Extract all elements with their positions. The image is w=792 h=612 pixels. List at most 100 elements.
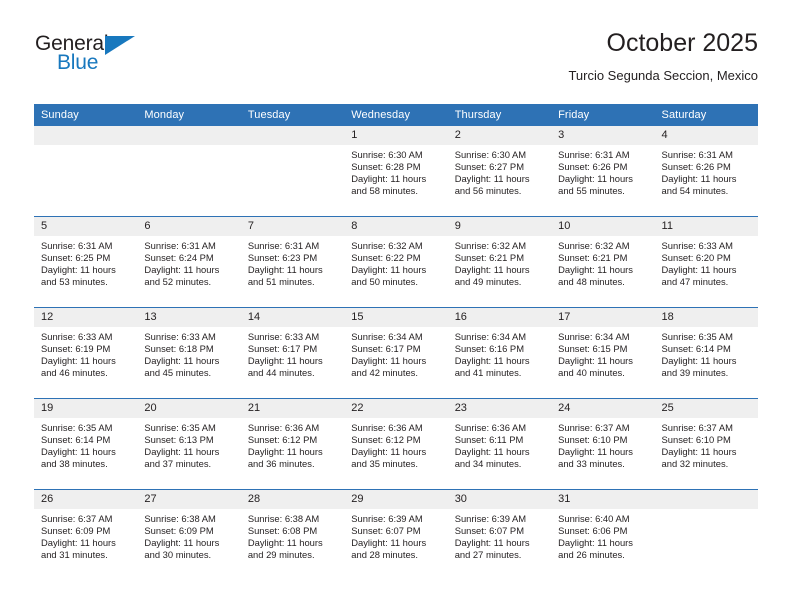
day-cell-content <box>34 126 138 216</box>
calendar-empty-cell <box>654 489 758 580</box>
calendar-day-cell[interactable]: 16 Sunrise: 6:34 AM Sunset: 6:16 PM Dayligh… <box>447 307 552 399</box>
sunset-time: Sunset: 6:23 PM <box>247 252 318 264</box>
sunrise-time: Sunrise: 6:34 AM <box>558 331 630 342</box>
day-number: 21 <box>240 399 345 418</box>
day-sun-info: Sunrise: 6:31 AM Sunset: 6:26 PM Daylight:… <box>551 145 654 197</box>
calendar-day-cell[interactable]: 25 Sunrise: 6:37 AM Sunset: 6:10 PM Dayligh… <box>654 398 758 490</box>
day-sun-info: Sunrise: 6:31 AM Sunset: 6:26 PM Daylight:… <box>655 145 758 197</box>
calendar-day-cell[interactable]: 12 Sunrise: 6:33 AM Sunset: 6:19 PM Dayligh… <box>34 307 138 399</box>
calendar-day-cell[interactable]: 24 Sunrise: 6:37 AM Sunset: 6:10 PM Dayligh… <box>551 398 655 490</box>
daylight-duration-line1: Daylight: 11 hours <box>661 264 737 276</box>
daylight-duration-line1: Daylight: 11 hours <box>41 446 116 458</box>
calendar-day-cell[interactable]: 17 Sunrise: 6:34 AM Sunset: 6:15 PM Dayligh… <box>551 307 655 399</box>
sunset-time: Sunset: 6:15 PM <box>558 343 628 355</box>
daylight-duration-line2: and 33 minutes. <box>558 458 625 470</box>
calendar-day-cell[interactable]: 6 Sunrise: 6:31 AM Sunset: 6:24 PM Daylight… <box>137 216 241 308</box>
calendar-day-cell[interactable]: 3 Sunrise: 6:31 AM Sunset: 6:26 PM Daylight… <box>551 126 655 217</box>
weekday-header-monday: Monday <box>137 104 241 126</box>
calendar-day-cell[interactable]: 26 Sunrise: 6:37 AM Sunset: 6:09 PM Dayligh… <box>34 489 138 580</box>
sunrise-time: Sunrise: 6:33 AM <box>41 331 113 342</box>
calendar-day-cell[interactable]: 18 Sunrise: 6:35 AM Sunset: 6:14 PM Dayligh… <box>654 307 758 399</box>
logo-triangle-icon <box>105 36 135 55</box>
sunset-time: Sunset: 6:06 PM <box>558 525 628 537</box>
calendar-day-cell[interactable]: 22 Sunrise: 6:36 AM Sunset: 6:12 PM Dayligh… <box>344 398 448 490</box>
sunrise-time: Sunrise: 6:36 AM <box>351 422 423 433</box>
sunrise-time: Sunrise: 6:30 AM <box>351 149 423 160</box>
day-number: 17 <box>551 308 655 327</box>
daylight-duration-line1: Daylight: 11 hours <box>454 446 530 458</box>
day-cell-content: 17 Sunrise: 6:34 AM Sunset: 6:15 PM Dayligh… <box>551 308 655 398</box>
calendar-day-cell[interactable]: 10 Sunrise: 6:32 AM Sunset: 6:21 PM Dayligh… <box>551 216 655 308</box>
day-number: 4 <box>654 126 758 145</box>
daylight-duration-line2: and 56 minutes. <box>454 185 522 197</box>
day-sun-info: Sunrise: 6:32 AM Sunset: 6:21 PM Daylight:… <box>448 236 551 288</box>
day-sun-info: Sunrise: 6:31 AM Sunset: 6:25 PM Daylight:… <box>34 236 137 288</box>
calendar-day-cell[interactable]: 15 Sunrise: 6:34 AM Sunset: 6:17 PM Dayligh… <box>344 307 448 399</box>
day-sun-info: Sunrise: 6:33 AM Sunset: 6:20 PM Daylight:… <box>655 236 758 288</box>
day-cell-content: 9 Sunrise: 6:32 AM Sunset: 6:21 PM Daylight… <box>447 217 552 307</box>
general-blue-logo[interactable]: General Blue <box>35 33 165 85</box>
daylight-duration-line2: and 27 minutes. <box>454 549 522 561</box>
sunrise-time: Sunrise: 6:31 AM <box>661 149 733 160</box>
sunset-time: Sunset: 6:21 PM <box>558 252 628 264</box>
sunrise-time: Sunrise: 6:37 AM <box>661 422 733 433</box>
day-number: 28 <box>240 490 345 509</box>
calendar-day-cell[interactable]: 21 Sunrise: 6:36 AM Sunset: 6:12 PM Dayligh… <box>240 398 345 490</box>
calendar-day-cell[interactable]: 11 Sunrise: 6:33 AM Sunset: 6:20 PM Dayligh… <box>654 216 758 308</box>
calendar-day-cell[interactable]: 2 Sunrise: 6:30 AM Sunset: 6:27 PM Daylight… <box>447 126 552 217</box>
calendar-day-cell[interactable]: 4 Sunrise: 6:31 AM Sunset: 6:26 PM Daylight… <box>654 126 758 217</box>
calendar-day-cell[interactable]: 5 Sunrise: 6:31 AM Sunset: 6:25 PM Daylight… <box>34 216 138 308</box>
day-number: 7 <box>240 217 345 236</box>
daylight-duration-line1: Daylight: 11 hours <box>144 264 220 276</box>
sunrise-time: Sunrise: 6:39 AM <box>351 513 423 524</box>
day-sun-info: Sunrise: 6:37 AM Sunset: 6:09 PM Daylight:… <box>34 509 137 561</box>
calendar-day-cell[interactable]: 8 Sunrise: 6:32 AM Sunset: 6:22 PM Daylight… <box>344 216 448 308</box>
daylight-duration-line2: and 58 minutes. <box>351 185 418 197</box>
sunrise-time: Sunrise: 6:31 AM <box>558 149 630 160</box>
daylight-duration-line2: and 38 minutes. <box>41 458 108 470</box>
calendar-day-cell[interactable]: 19 Sunrise: 6:35 AM Sunset: 6:14 PM Dayligh… <box>34 398 138 490</box>
daylight-duration-line1: Daylight: 11 hours <box>247 446 323 458</box>
day-sun-info: Sunrise: 6:37 AM Sunset: 6:10 PM Daylight:… <box>551 418 654 470</box>
page-subtitle: Turcio Segunda Seccion, Mexico <box>568 68 758 83</box>
sunset-time: Sunset: 6:27 PM <box>454 161 524 173</box>
sunrise-time: Sunrise: 6:31 AM <box>41 240 113 251</box>
sunrise-time: Sunrise: 6:32 AM <box>351 240 423 251</box>
calendar-day-cell[interactable]: 9 Sunrise: 6:32 AM Sunset: 6:21 PM Daylight… <box>447 216 552 308</box>
day-number: 18 <box>654 308 758 327</box>
calendar-day-cell[interactable]: 1 Sunrise: 6:30 AM Sunset: 6:28 PM Daylight… <box>344 126 448 217</box>
calendar-day-cell[interactable]: 14 Sunrise: 6:33 AM Sunset: 6:17 PM Dayligh… <box>240 307 345 399</box>
daylight-duration-line1: Daylight: 11 hours <box>661 446 737 458</box>
day-sun-info: Sunrise: 6:34 AM Sunset: 6:15 PM Daylight:… <box>551 327 654 379</box>
calendar-day-cell[interactable]: 29 Sunrise: 6:39 AM Sunset: 6:07 PM Dayligh… <box>344 489 448 580</box>
sunset-time: Sunset: 6:17 PM <box>247 343 318 355</box>
sunset-time: Sunset: 6:10 PM <box>661 434 731 446</box>
calendar-week-row: 12 Sunrise: 6:33 AM Sunset: 6:19 PM Dayligh… <box>34 307 758 399</box>
daylight-duration-line1: Daylight: 11 hours <box>558 355 633 367</box>
calendar-day-cell[interactable]: 20 Sunrise: 6:35 AM Sunset: 6:13 PM Dayligh… <box>137 398 241 490</box>
calendar-day-cell[interactable]: 28 Sunrise: 6:38 AM Sunset: 6:08 PM Dayligh… <box>240 489 345 580</box>
title-block: October 2025 Turcio Segunda Seccion, Mex… <box>568 28 758 85</box>
calendar-day-cell[interactable]: 30 Sunrise: 6:39 AM Sunset: 6:07 PM Dayligh… <box>447 489 552 580</box>
day-cell-content: 12 Sunrise: 6:33 AM Sunset: 6:19 PM Dayligh… <box>34 308 138 398</box>
daylight-duration-line2: and 49 minutes. <box>454 276 522 288</box>
calendar-day-cell[interactable]: 23 Sunrise: 6:36 AM Sunset: 6:11 PM Dayligh… <box>447 398 552 490</box>
daylight-duration-line2: and 30 minutes. <box>144 549 212 561</box>
calendar-day-cell[interactable]: 27 Sunrise: 6:38 AM Sunset: 6:09 PM Dayligh… <box>137 489 241 580</box>
day-number: 1 <box>344 126 448 145</box>
day-number: 20 <box>137 399 241 418</box>
day-number: 9 <box>447 217 552 236</box>
daylight-duration-line2: and 45 minutes. <box>144 367 212 379</box>
daylight-duration-line1: Daylight: 11 hours <box>351 355 427 367</box>
daylight-duration-line1: Daylight: 11 hours <box>144 446 220 458</box>
daylight-duration-line1: Daylight: 11 hours <box>454 537 530 549</box>
calendar-day-cell[interactable]: 31 Sunrise: 6:40 AM Sunset: 6:06 PM Dayligh… <box>551 489 655 580</box>
day-cell-content: 7 Sunrise: 6:31 AM Sunset: 6:23 PM Daylight… <box>240 217 345 307</box>
day-cell-content: 23 Sunrise: 6:36 AM Sunset: 6:11 PM Dayligh… <box>447 399 552 489</box>
daylight-duration-line2: and 35 minutes. <box>351 458 418 470</box>
daylight-duration-line2: and 32 minutes. <box>661 458 729 470</box>
day-number <box>137 126 241 145</box>
day-cell-content: 15 Sunrise: 6:34 AM Sunset: 6:17 PM Dayligh… <box>344 308 448 398</box>
calendar-day-cell[interactable]: 7 Sunrise: 6:31 AM Sunset: 6:23 PM Daylight… <box>240 216 345 308</box>
calendar-day-cell[interactable]: 13 Sunrise: 6:33 AM Sunset: 6:18 PM Dayligh… <box>137 307 241 399</box>
